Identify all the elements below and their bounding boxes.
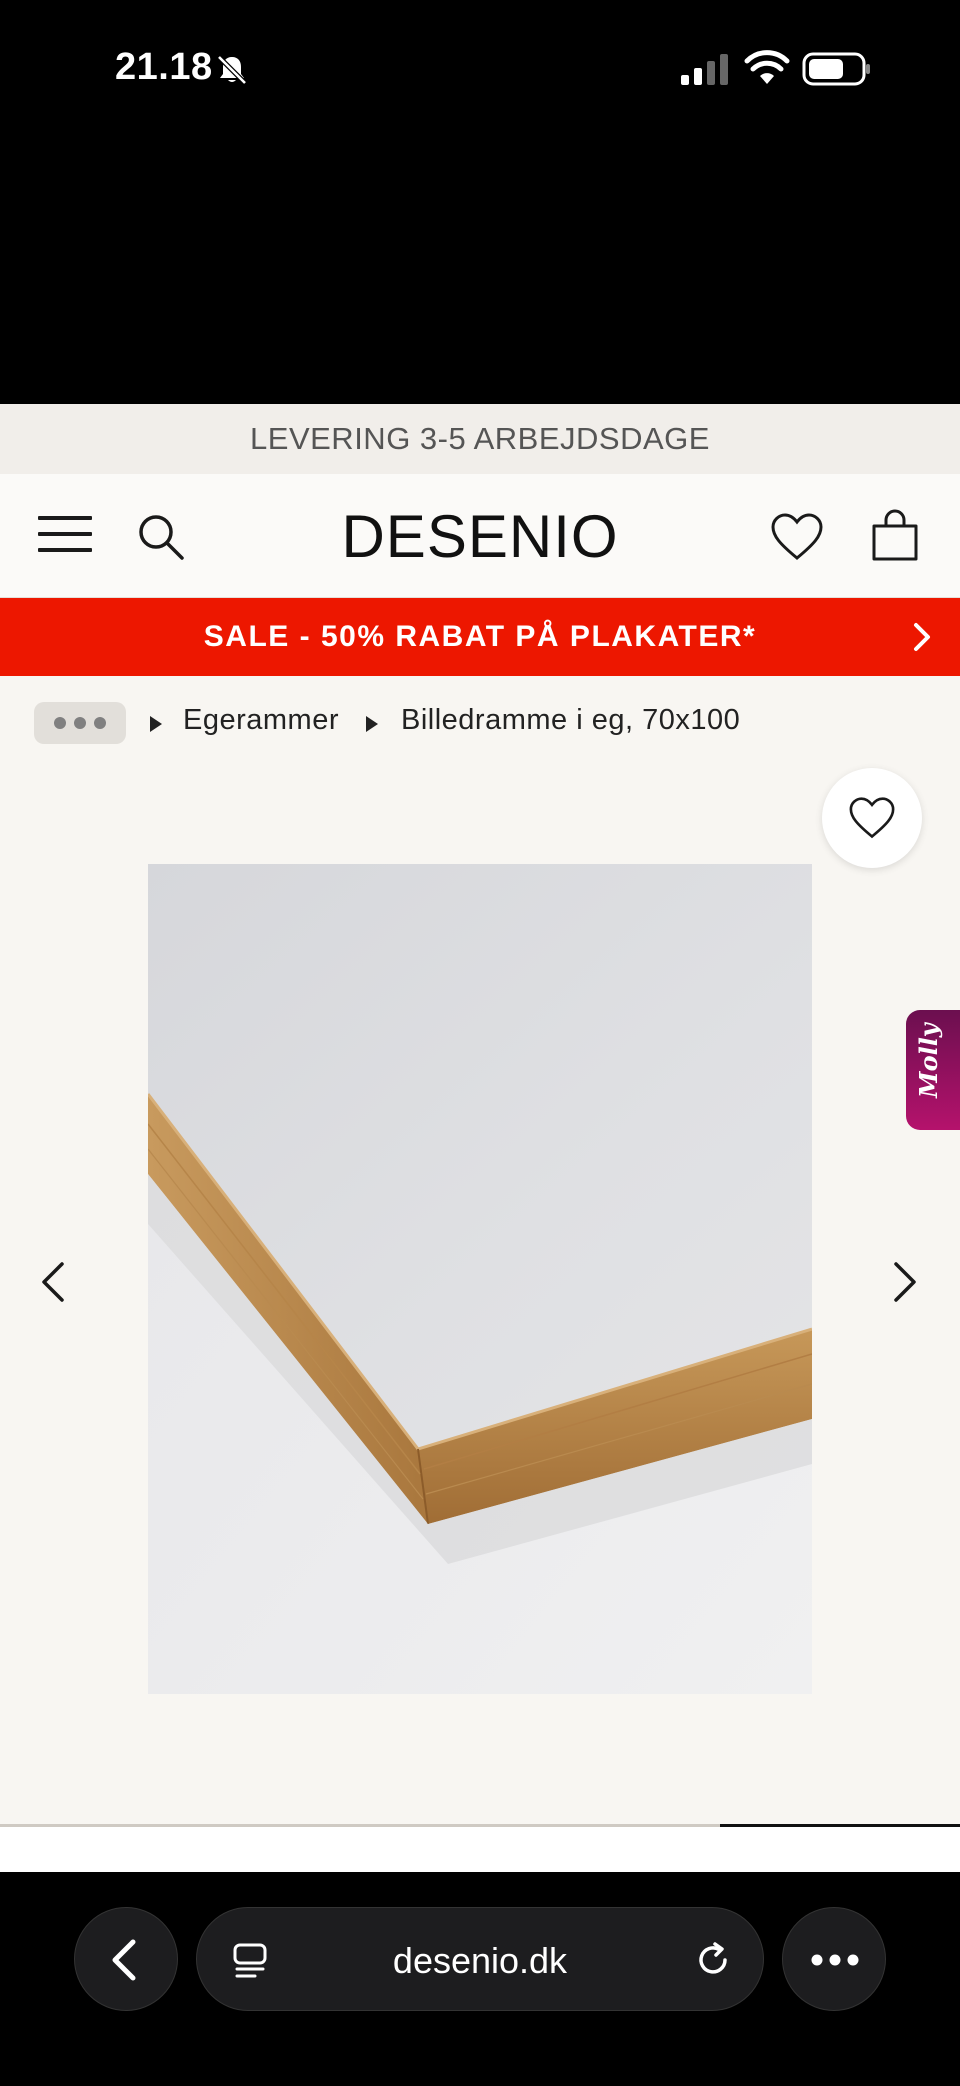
- browser-more-button[interactable]: [782, 1907, 886, 2011]
- next-image-button[interactable]: [892, 1260, 918, 1304]
- chevron-right-icon: [914, 623, 930, 651]
- delivery-announcement: LEVERING 3-5 ARBEJDSDAGE: [0, 404, 960, 474]
- bell-slash-icon: [217, 55, 247, 85]
- add-to-wishlist-button[interactable]: [822, 768, 922, 868]
- content-below: [0, 1827, 960, 1872]
- chat-widget-label: Molly: [914, 1023, 943, 1098]
- chevron-left-icon: [112, 1939, 136, 1981]
- heart-icon: [849, 797, 895, 839]
- sale-banner[interactable]: SALE - 50% RABAT PÅ PLAKATER*: [0, 598, 960, 676]
- wishlist-heart-icon[interactable]: [770, 512, 824, 562]
- browser-back-button[interactable]: [74, 1907, 178, 2011]
- url-text: desenio.dk: [392, 1940, 568, 1981]
- breadcrumb-separator-icon: [366, 716, 378, 732]
- browser-toolbar: desenio.dk: [0, 1872, 960, 2086]
- breadcrumb-more-button[interactable]: [34, 702, 126, 744]
- wifi-icon: [744, 50, 790, 84]
- web-page: LEVERING 3-5 ARBEJDSDAGE DESENIO SALE - …: [0, 404, 960, 1872]
- site-header: DESENIO: [0, 474, 960, 598]
- oak-frame-illustration: [148, 864, 812, 1694]
- breadcrumb-current: Billedramme i eg, 70x100: [401, 704, 741, 736]
- sale-banner-text: SALE - 50% RABAT PÅ PLAKATER*: [203, 620, 757, 653]
- cellular-signal-icon: [681, 54, 728, 85]
- status-time: 21.18: [115, 46, 213, 88]
- previous-image-button[interactable]: [40, 1260, 66, 1304]
- chat-widget-tab[interactable]: Molly: [906, 1010, 960, 1130]
- breadcrumb-item[interactable]: Egerammer: [183, 704, 339, 737]
- status-bar: 21.18: [0, 0, 960, 404]
- shopping-bag-icon[interactable]: [870, 508, 920, 562]
- breadcrumb-separator-icon: [150, 716, 162, 732]
- reload-icon[interactable]: [693, 1940, 733, 1980]
- battery-icon: [802, 52, 870, 86]
- breadcrumb: Egerammer Billedramme i eg, 70x100: [0, 676, 960, 764]
- ellipsis-icon: [811, 1954, 859, 1966]
- address-bar[interactable]: desenio.dk: [196, 1907, 764, 2011]
- product-image[interactable]: [148, 864, 812, 1694]
